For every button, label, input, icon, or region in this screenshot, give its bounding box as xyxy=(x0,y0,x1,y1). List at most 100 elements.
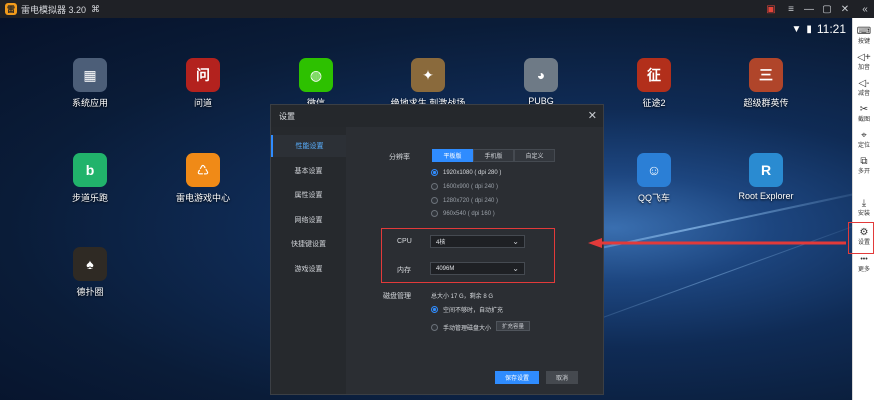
disk-summary: 总大小 17 G，剩余 8 G xyxy=(431,294,494,300)
app-label: 系统应用 xyxy=(71,98,108,108)
app-label: Root Explorer xyxy=(738,191,794,201)
option-label: 1600x900 ( dpi 240 ) xyxy=(443,183,499,190)
resolution-option[interactable]: 1280x720 ( dpi 240 ) xyxy=(431,197,498,204)
sidebar-item-label: 加音 xyxy=(857,65,870,71)
app-label: QQ飞车 xyxy=(637,193,670,203)
nav-performance[interactable]: 性能设置 xyxy=(271,135,346,157)
expand-capacity-button[interactable]: 扩充容量 xyxy=(496,321,531,331)
resolution-mode-tabs: 平板版 手机版 自定义 xyxy=(432,149,555,162)
app-label: 步道乐跑 xyxy=(71,193,108,203)
resolution-option[interactable]: 960x540 ( dpi 160 ) xyxy=(431,210,495,217)
battery-icon: ▮ xyxy=(806,23,812,35)
wendao-icon: 问 xyxy=(186,58,220,92)
location-icon: ⌖ xyxy=(861,130,867,141)
close-icon[interactable]: ✕ xyxy=(588,109,597,122)
sidebar-item-volume-down[interactable]: ◁- 减音 xyxy=(853,78,874,98)
nav-shortcuts[interactable]: 快捷键设置 xyxy=(271,233,346,255)
option-label: 空间不够时，自动扩充 xyxy=(443,308,504,314)
android-icon: ◕ xyxy=(524,58,558,92)
sidebar-item-label: 减音 xyxy=(857,91,870,97)
leidian-center-icon: ♺ xyxy=(186,153,220,187)
gift-icon[interactable]: ▣ xyxy=(762,0,780,18)
install-icon: ⤓ xyxy=(861,198,867,209)
sidebar-item-label: 截图 xyxy=(857,117,870,123)
app-label: 超级群英传 xyxy=(743,98,789,108)
radio-icon xyxy=(431,210,438,217)
sidebar-item-label: 多开 xyxy=(857,169,870,175)
sidebar-item-label: 定位 xyxy=(857,143,870,149)
radio-icon xyxy=(431,183,438,190)
maximize-button[interactable]: ▢ xyxy=(818,0,836,18)
app-pubg[interactable]: ◕ PUBG xyxy=(501,58,581,106)
app-zhengtu2[interactable]: 征 征途2 xyxy=(614,58,694,109)
dialog-header: 设置 xyxy=(271,105,603,127)
window-title: 雷电模拟器 3.20 xyxy=(21,4,87,15)
sidebar-item-label: 更多 xyxy=(857,267,870,273)
app-leidian-center[interactable]: ♺ 雷电游戏中心 xyxy=(163,153,243,204)
app-budao[interactable]: b 步道乐跑 xyxy=(50,153,130,204)
volume-up-icon: ◁+ xyxy=(857,52,871,63)
option-label: 手动管理磁盘大小 xyxy=(443,326,492,332)
tab-tablet[interactable]: 平板版 xyxy=(432,149,473,162)
sidebar-item-multi-instance[interactable]: ⧉ 多开 xyxy=(853,156,874,176)
title-bar: 雷 雷电模拟器 3.20 ⌘ ▣ ≡ — ▢ ✕ « xyxy=(0,0,874,18)
menu-icon[interactable]: ≡ xyxy=(782,0,800,18)
wifi-icon: ▼ xyxy=(791,23,802,35)
app-logo-icon: 雷 xyxy=(5,3,17,15)
save-button[interactable]: 保存设置 xyxy=(495,371,539,384)
app-poker[interactable]: ♠ 德扑圈 xyxy=(50,247,130,298)
app-label: 征途2 xyxy=(642,98,666,108)
app-label: 雷电游戏中心 xyxy=(175,193,230,203)
sidebar-item-label: 安装 xyxy=(857,211,870,217)
settings-highlight-box xyxy=(848,222,874,254)
screenshot-icon: ✂ xyxy=(859,104,869,115)
radio-icon xyxy=(431,197,438,204)
sidebar-item-location[interactable]: ⌖ 定位 xyxy=(853,130,874,150)
root-explorer-icon: R xyxy=(749,153,783,187)
sidebar-item-install[interactable]: ⤓ 安装 xyxy=(853,198,874,218)
sidebar-item-keyboard[interactable]: ⌨ 按键 xyxy=(853,26,874,46)
zhengtu2-icon: 征 xyxy=(637,58,671,92)
cancel-button[interactable]: 取消 xyxy=(546,371,578,384)
app-wechat[interactable]: ◍ 微信 xyxy=(276,58,356,109)
app-label: 德扑圈 xyxy=(76,287,104,297)
app-chaojiqunying[interactable]: 三 超级群英传 xyxy=(726,58,806,109)
poker-icon: ♠ xyxy=(73,247,107,281)
collapse-sidebar-button[interactable]: « xyxy=(856,0,874,18)
nav-properties[interactable]: 属性设置 xyxy=(271,184,346,206)
controller-icon[interactable]: ⌘ xyxy=(91,4,100,15)
qq-speed-icon: ☺ xyxy=(637,153,671,187)
app-root-explorer[interactable]: R Root Explorer xyxy=(726,153,806,201)
minimize-button[interactable]: — xyxy=(800,0,818,18)
clock: 11:21 xyxy=(816,22,846,36)
more-icon: ••• xyxy=(860,256,868,263)
app-wendao[interactable]: 问 问道 xyxy=(163,58,243,109)
nav-game[interactable]: 游戏设置 xyxy=(271,258,346,280)
pointer-arrow xyxy=(588,238,846,248)
app-system-apps[interactable]: ▦ 系统应用 xyxy=(50,58,130,109)
nav-network[interactable]: 网络设置 xyxy=(271,209,346,231)
chaojiqunying-icon: 三 xyxy=(749,58,783,92)
sidebar-item-label: 按键 xyxy=(857,39,870,45)
option-label: 1920x1080 ( dpi 280 ) xyxy=(443,169,502,176)
app-pubg-mobile[interactable]: ✦ 绝地求生 刺激战场 xyxy=(388,58,468,109)
wechat-icon: ◍ xyxy=(299,58,333,92)
radio-selected-icon xyxy=(431,306,438,313)
option-label: 960x540 ( dpi 160 ) xyxy=(443,210,495,217)
disk-label: 磁盘管理 xyxy=(383,293,411,300)
sidebar-item-volume-up[interactable]: ◁+ 加音 xyxy=(853,52,874,72)
disk-manual-option[interactable]: 手动管理磁盘大小 xyxy=(431,323,491,332)
app-qq-speed[interactable]: ☺ QQ飞车 xyxy=(614,153,694,204)
keyboard-icon: ⌨ xyxy=(856,26,872,37)
nav-basic[interactable]: 基本设置 xyxy=(271,160,346,182)
volume-down-icon: ◁- xyxy=(858,78,870,89)
sidebar-item-screenshot[interactable]: ✂ 截图 xyxy=(853,104,874,124)
app-label: 问道 xyxy=(193,98,212,108)
close-button[interactable]: ✕ xyxy=(836,0,854,18)
sidebar-item-more[interactable]: ••• 更多 xyxy=(853,254,874,274)
resolution-option[interactable]: 1920x1080 ( dpi 280 ) xyxy=(431,169,501,176)
resolution-option[interactable]: 1600x900 ( dpi 240 ) xyxy=(431,183,498,190)
disk-auto-expand-option[interactable]: 空间不够时，自动扩充 xyxy=(431,305,503,314)
tab-phone[interactable]: 手机版 xyxy=(473,149,514,162)
tab-custom[interactable]: 自定义 xyxy=(514,149,555,162)
